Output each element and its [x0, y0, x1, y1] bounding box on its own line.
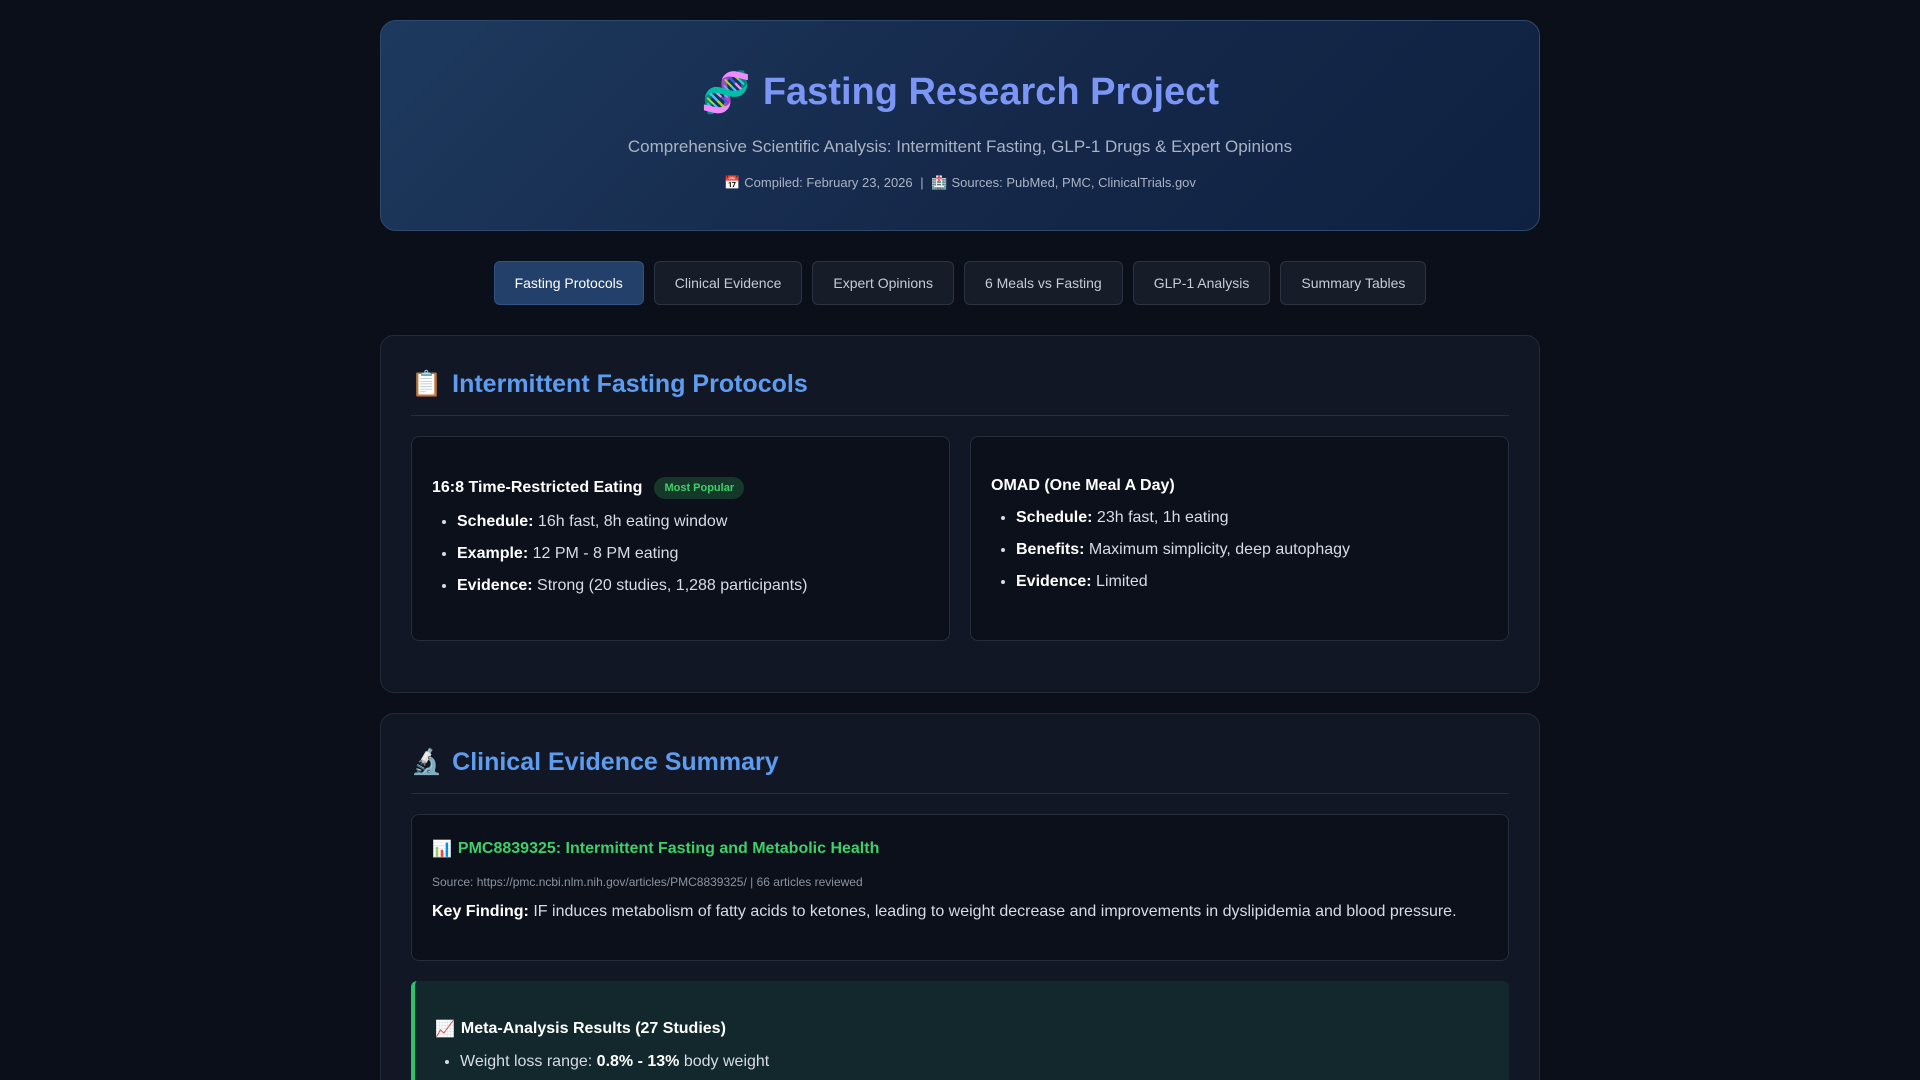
protocol-card-16-8: 16:8 Time-Restricted Eating Most Popular… — [411, 436, 950, 641]
list-item: Schedule: 23h fast, 1h eating — [1016, 509, 1488, 527]
meta-analysis-title: 📈 Meta-Analysis Results (27 Studies) — [435, 1019, 1489, 1039]
tab-fasting-protocols[interactable]: Fasting Protocols — [493, 261, 644, 305]
list-item: Evidence: Strong (20 studies, 1,288 part… — [457, 577, 929, 595]
study-source: Source: https://pmc.ncbi.nlm.nih.gov/art… — [432, 875, 863, 889]
list-item: Example: 12 PM - 8 PM eating — [457, 545, 929, 563]
meta-analysis-list: Weight loss range: 0.8% - 13% body weigh… — [435, 1053, 1489, 1071]
protocols-heading-text: Intermittent Fasting Protocols — [452, 370, 808, 398]
trend-chart-icon: 📈 — [435, 1021, 455, 1038]
tab-clinical-evidence[interactable]: Clinical Evidence — [653, 261, 803, 305]
protocol-card-title: 16:8 Time-Restricted Eating Most Popular — [432, 477, 929, 499]
page: 🧬 Fasting Research Project Comprehensive… — [0, 0, 1920, 1080]
meta-analysis-box: 📈 Meta-Analysis Results (27 Studies) Wei… — [411, 981, 1509, 1080]
bar-chart-icon: 📊 — [432, 841, 452, 858]
clipboard-icon: 📋 — [411, 370, 443, 398]
study-title-link[interactable]: PMC8839325: Intermittent Fasting and Met… — [458, 840, 879, 858]
calendar-icon: 📅 — [724, 175, 741, 190]
protocols-section: 📋 Intermittent Fasting Protocols 16:8 Ti… — [380, 335, 1540, 693]
tab-bar: Fasting Protocols Clinical Evidence Expe… — [0, 261, 1920, 305]
tab-6-meals-vs-fasting[interactable]: 6 Meals vs Fasting — [963, 261, 1123, 305]
page-title: 🧬 Fasting Research Project — [381, 69, 1539, 116]
meta-separator: | — [920, 175, 924, 190]
page-title-text: Fasting Research Project — [762, 71, 1219, 113]
protocol-details: Schedule: 16h fast, 8h eating window Exa… — [432, 513, 929, 595]
protocol-cards: 16:8 Time-Restricted Eating Most Popular… — [411, 436, 1509, 641]
list-item: Benefits: Maximum simplicity, deep autop… — [1016, 541, 1488, 559]
key-finding-text: IF induces metabolism of fatty acids to … — [533, 903, 1457, 920]
protocol-card-title-text: 16:8 Time-Restricted Eating — [432, 479, 643, 496]
protocol-card-omad: OMAD (One Meal A Day) Schedule: 23h fast… — [970, 436, 1509, 641]
list-item: Evidence: Limited — [1016, 573, 1488, 591]
microscope-icon: 🔬 — [411, 748, 443, 776]
clinical-heading: 🔬 Clinical Evidence Summary — [411, 748, 1509, 794]
protocols-heading: 📋 Intermittent Fasting Protocols — [411, 370, 1509, 416]
tab-expert-opinions[interactable]: Expert Opinions — [812, 261, 954, 305]
study-card: 📊 PMC8839325: Intermittent Fasting and M… — [411, 814, 1509, 961]
compiled-date: Compiled: February 23, 2026 — [744, 175, 913, 190]
study-key-finding: Key Finding: IF induces metabolism of fa… — [432, 903, 1488, 921]
list-item: Weight loss range: 0.8% - 13% body weigh… — [460, 1053, 1489, 1071]
study-title: 📊 PMC8839325: Intermittent Fasting and M… — [432, 839, 1488, 859]
page-meta: 📅 Compiled: February 23, 2026 | 🏥 Sources:… — [381, 175, 1539, 191]
meta-analysis-title-text: Meta-Analysis Results (27 Studies) — [460, 1020, 726, 1037]
clinical-heading-text: Clinical Evidence Summary — [452, 748, 779, 776]
clinical-evidence-section: 🔬 Clinical Evidence Summary 📊 PMC8839325… — [380, 713, 1540, 1080]
protocol-card-title: OMAD (One Meal A Day) — [991, 477, 1488, 495]
page-header: 🧬 Fasting Research Project Comprehensive… — [380, 20, 1540, 231]
protocol-details: Schedule: 23h fast, 1h eating Benefits: … — [991, 509, 1488, 591]
tab-glp1-analysis[interactable]: GLP-1 Analysis — [1132, 261, 1271, 305]
sources-text: Sources: PubMed, PMC, ClinicalTrials.gov — [951, 175, 1196, 190]
most-popular-badge: Most Popular — [654, 477, 745, 499]
hospital-icon: 🏥 — [931, 175, 948, 190]
tab-summary-tables[interactable]: Summary Tables — [1280, 261, 1427, 305]
list-item: Schedule: 16h fast, 8h eating window — [457, 513, 929, 531]
protocol-card-title-text: OMAD (One Meal A Day) — [991, 477, 1175, 494]
page-subtitle: Comprehensive Scientific Analysis: Inter… — [627, 137, 1293, 156]
key-finding-label: Key Finding: — [432, 903, 529, 920]
dna-icon: 🧬 — [701, 71, 751, 115]
